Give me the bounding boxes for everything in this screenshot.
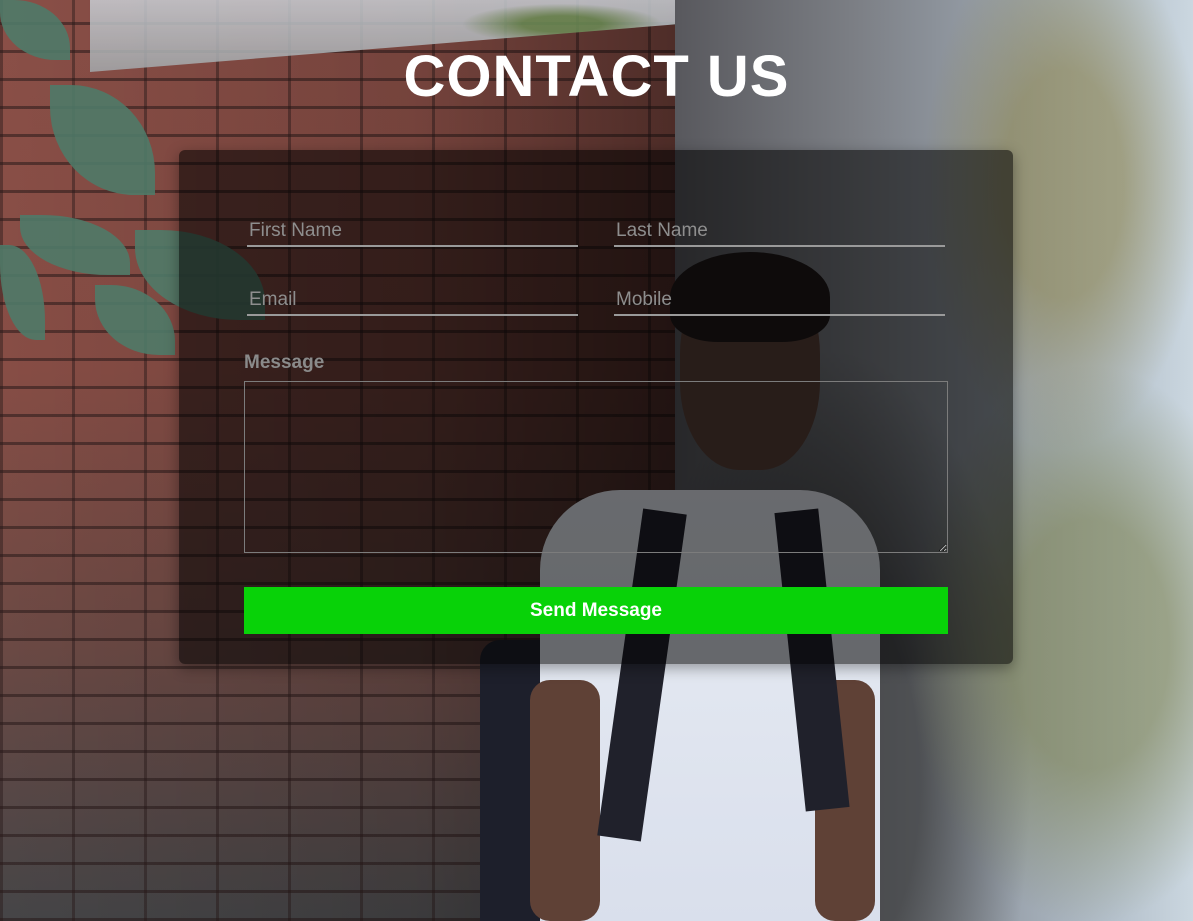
message-textarea[interactable] (244, 381, 948, 553)
send-message-button[interactable]: Send Message (244, 587, 948, 634)
email-input[interactable] (247, 286, 578, 316)
contact-form: Message Send Message (179, 150, 1013, 664)
last-name-input[interactable] (614, 217, 945, 247)
message-label: Message (244, 352, 325, 373)
first-name-input[interactable] (247, 217, 578, 247)
mobile-input[interactable] (614, 286, 945, 316)
page-title: CONTACT US (403, 44, 790, 109)
